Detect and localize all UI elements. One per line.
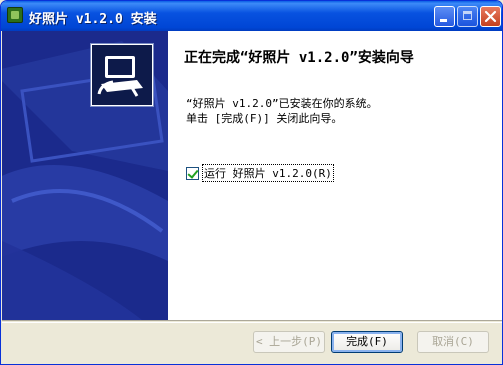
title-bar[interactable]: 好照片 v1.2.0 安装 xyxy=(1,1,502,31)
close-button[interactable] xyxy=(480,6,501,27)
run-app-label[interactable]: 运行 好照片 v1.2.0(R) xyxy=(202,164,334,182)
close-icon xyxy=(484,10,497,23)
app-icon xyxy=(7,7,23,23)
installer-computer-icon xyxy=(90,43,154,107)
run-app-checkbox-row[interactable]: 运行 好照片 v1.2.0(R) xyxy=(186,164,334,182)
cancel-button[interactable]: 取消(C) xyxy=(417,331,489,353)
run-app-checkbox[interactable] xyxy=(186,166,199,180)
window-title: 好照片 v1.2.0 安装 xyxy=(29,12,157,27)
back-button[interactable]: < 上一步(P) xyxy=(253,331,325,353)
finish-button[interactable]: 完成(F) xyxy=(331,331,403,353)
install-status-text: “好照片 v1.2.0”已安装在你的系统。 xyxy=(186,97,378,110)
installer-window: 好照片 v1.2.0 安装 正在完成“好照片 v1.2.0”安装向导 “好照片 … xyxy=(0,0,503,365)
wizard-content: 正在完成“好照片 v1.2.0”安装向导 “好照片 v1.2.0”已安装在你的系… xyxy=(168,31,502,320)
wizard-banner xyxy=(2,31,168,320)
footer-divider xyxy=(2,320,502,323)
instruction-text: 单击 [完成(F)] 关闭此向导。 xyxy=(186,112,343,125)
minimize-button[interactable] xyxy=(434,6,455,27)
page-title: 正在完成“好照片 v1.2.0”安装向导 xyxy=(184,50,414,66)
maximize-button xyxy=(457,6,478,27)
